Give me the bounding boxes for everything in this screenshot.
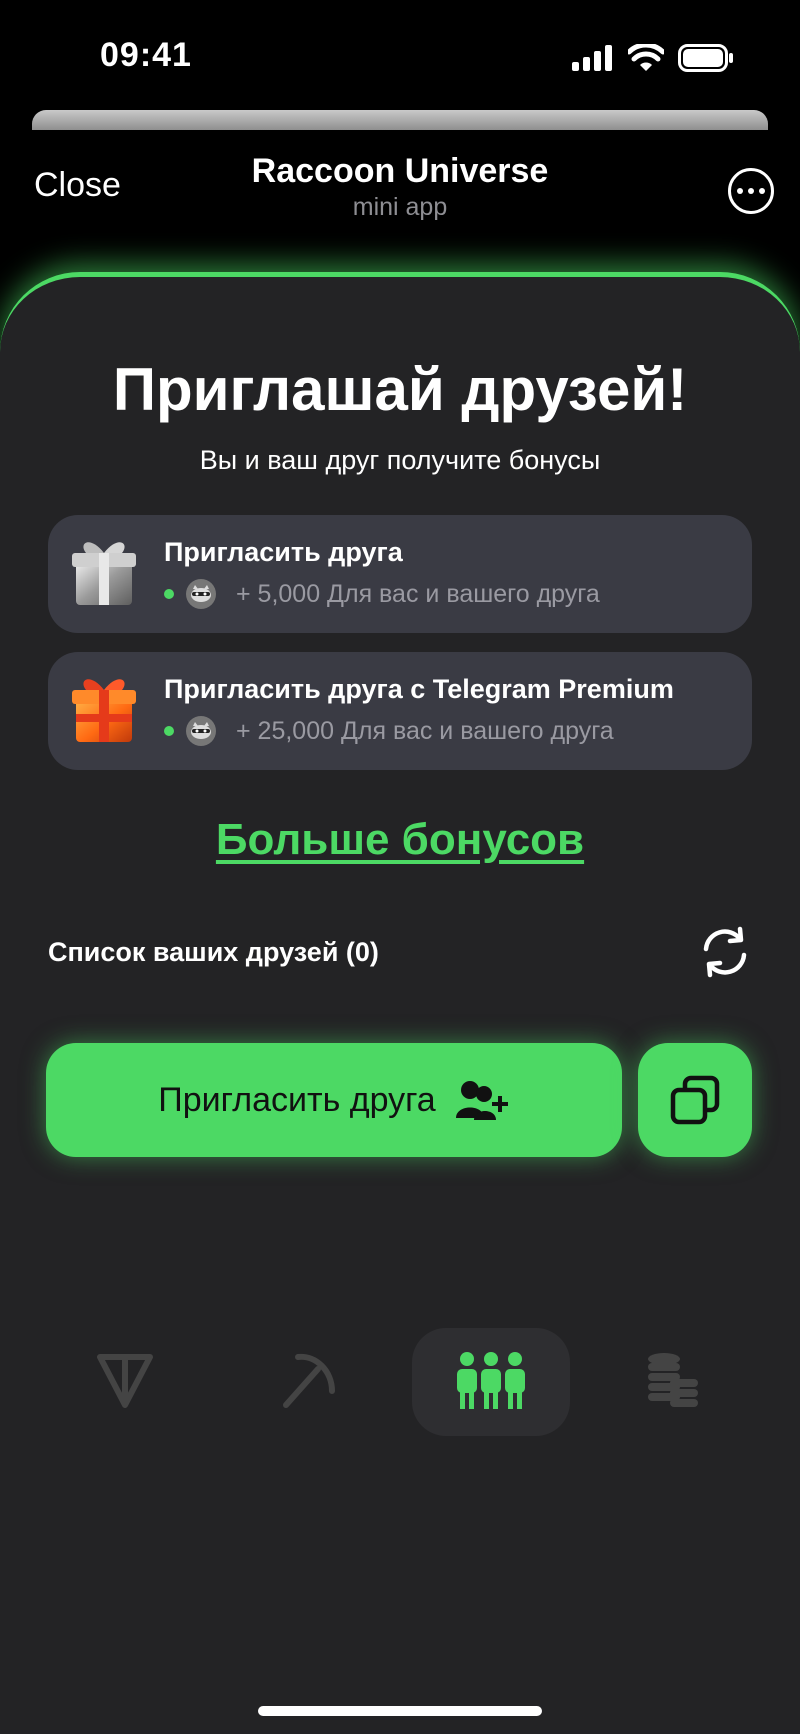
invite-card-title: Пригласить друга с Telegram Premium (164, 674, 674, 704)
silver-gift-icon (72, 542, 136, 605)
app-subtitle: mini app (352, 193, 448, 221)
invite-card-premium[interactable]: Пригласить друга с Telegram Premium + 25… (48, 652, 752, 770)
golden-gift-icon (72, 679, 136, 742)
nav-item-friends[interactable] (436, 1330, 546, 1430)
status-icons (572, 44, 734, 72)
invite-button-label: Пригласить друга (158, 1080, 436, 1119)
more-dot-icon (759, 188, 765, 194)
invite-card-title: Пригласить друга (164, 537, 403, 567)
page-title: Приглашай друзей! (112, 356, 688, 423)
friends-icon (457, 1352, 525, 1409)
ton-icon (97, 1354, 153, 1408)
app-header: Close Raccoon Universe mini app (0, 130, 800, 240)
signal-icon (572, 45, 612, 71)
more-dot-icon (737, 188, 743, 194)
title-block: Raccoon Universe mini app (0, 152, 800, 222)
reward-text: + 25,000 Для вас и вашего друга (236, 716, 614, 745)
status-dot (164, 726, 174, 736)
add-friend-icon (455, 1081, 508, 1120)
more-options-button[interactable] (728, 168, 774, 214)
main-panel: Приглашай друзей! Вы и ваш друг получите… (0, 272, 800, 1734)
status-time: 09:41 (100, 36, 192, 74)
raccoon-coin-icon (186, 579, 216, 609)
reward-row: + 25,000 Для вас и вашего друга (164, 714, 614, 748)
nav-item-coins[interactable] (618, 1330, 728, 1430)
invite-card-regular[interactable]: Пригласить друга + 5,000 Для вас и вашег… (48, 515, 752, 633)
wifi-icon (628, 44, 664, 71)
nav-item-ton[interactable] (70, 1330, 180, 1430)
raccoon-coin-icon (186, 716, 216, 746)
copy-icon (670, 1075, 720, 1125)
home-indicator (258, 1706, 542, 1716)
status-bar: 09:41 (0, 0, 800, 110)
battery-icon (678, 44, 733, 72)
reward-row: + 5,000 Для вас и вашего друга (164, 577, 600, 611)
status-dot (164, 589, 174, 599)
invite-friend-button[interactable]: Пригласить друга (46, 1043, 622, 1157)
copy-link-button[interactable] (638, 1043, 752, 1157)
page-subtitle: Вы и ваш друг получите бонусы (199, 445, 601, 475)
more-bonuses-link[interactable]: Больше бонусов (0, 815, 800, 865)
app-title: Raccoon Universe (251, 152, 549, 190)
friends-list-label: Список ваших друзей (0) (48, 937, 379, 967)
more-dot-icon (748, 188, 754, 194)
coins-icon (648, 1353, 698, 1407)
refresh-icon[interactable] (696, 923, 754, 981)
nav-item-mining[interactable] (254, 1330, 364, 1430)
reward-text: + 5,000 Для вас и вашего друга (236, 579, 600, 608)
sheet-top-edge (32, 110, 768, 130)
pickaxe-icon (283, 1353, 335, 1408)
